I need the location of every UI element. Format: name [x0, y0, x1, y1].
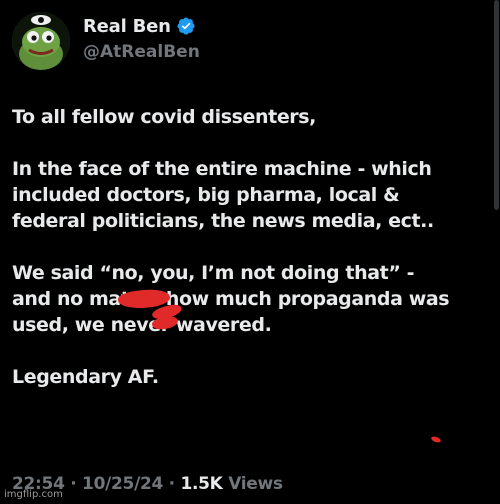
display-name[interactable]: Real Ben [83, 16, 171, 37]
handle[interactable]: @AtRealBen [83, 42, 200, 62]
author-block: Real Ben @AtRealBen [83, 14, 200, 63]
tweet-paragraph: To all fellow covid dissenters, [12, 104, 482, 130]
tweet-line: included doctors, big pharma, local & [12, 184, 400, 206]
meta-separator: · [168, 474, 175, 494]
tweet-line: To all fellow covid dissenters, [12, 106, 317, 128]
tweet-paragraph: We said “no, you, I’m not doing that” - … [12, 260, 482, 338]
tweet-line: Legendary AF. [12, 366, 159, 388]
views-count: 1.5K [180, 474, 223, 494]
tweet-date[interactable]: 10/25/24 [82, 474, 163, 494]
views-label: Views [228, 474, 283, 494]
scrollbar[interactable] [494, 0, 499, 210]
verified-badge-icon [177, 17, 195, 35]
tweet-body: To all fellow covid dissenters, In the f… [12, 104, 482, 390]
tweet: Real Ben @AtRealBen To all fellow covid … [0, 0, 500, 504]
frog-avatar-icon [12, 12, 70, 70]
tweet-paragraph: Legendary AF. [12, 364, 482, 390]
red-mark [430, 435, 442, 444]
tweet-paragraph: In the face of the entire machine - whic… [12, 156, 482, 234]
tweet-line: federal politicians, the news media, ect… [12, 210, 434, 232]
tweet-line: and no matter how much propaganda was [12, 288, 450, 310]
avatar[interactable] [12, 12, 70, 70]
meta-separator: · [70, 474, 77, 494]
tweet-line: In the face of the entire machine - whic… [12, 158, 432, 180]
name-row: Real Ben [83, 14, 200, 38]
tweet-line: used, we never wavered. [12, 314, 272, 336]
tweet-line: We said “no, you, I’m not doing that” - [12, 262, 415, 284]
watermark: imgflip.com [4, 489, 63, 500]
